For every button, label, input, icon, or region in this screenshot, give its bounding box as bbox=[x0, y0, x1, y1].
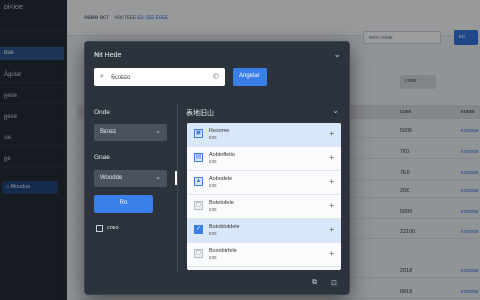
alert-icon: ▲ bbox=[194, 177, 203, 186]
checkbox-label: ᴄᴏᴇᴏ bbox=[107, 225, 119, 231]
list-item[interactable]: ▢ Bosobtrfele ᴇᴏᴇ + bbox=[187, 243, 341, 267]
add-icon[interactable]: + bbox=[329, 153, 334, 162]
add-icon[interactable]: + bbox=[329, 129, 334, 138]
add-icon[interactable]: + bbox=[329, 201, 334, 210]
item-name: Resome bbox=[209, 128, 230, 134]
item-name: Aobtofletio bbox=[209, 152, 235, 158]
list-item[interactable]: ▲ Aobodele ᴇᴏᴇ + bbox=[187, 171, 341, 195]
checkbox[interactable] bbox=[96, 225, 103, 232]
item-sub: ᴇᴏᴇ bbox=[209, 231, 217, 237]
item-sub: ᴇᴏᴇ bbox=[209, 135, 217, 141]
copy-icon[interactable]: ⧉ bbox=[312, 279, 317, 287]
item-sub: ᴇᴏᴇ bbox=[209, 255, 217, 261]
edit-modal: Ꞥit Hede ⌄ ⌕ Ꞩᴄᴏᴇᴇᴏ ◴ Angelar Onde Bᴇᴏᴇᴇ… bbox=[84, 41, 350, 295]
right-panel-title: 表地旧山 bbox=[186, 110, 214, 117]
item-sub: ᴇᴏᴇ bbox=[209, 159, 217, 165]
add-icon[interactable]: + bbox=[329, 249, 334, 258]
item-name: Aobodele bbox=[209, 176, 233, 182]
item-list: ▣ Resome ᴇᴏᴇ + ▤ Aobtofletio ᴇᴏᴇ + ▲ Aob… bbox=[187, 123, 341, 270]
add-icon[interactable]: + bbox=[329, 177, 334, 186]
apply-button[interactable]: Angelar bbox=[233, 68, 267, 86]
chevron-down-icon[interactable]: ⌄ bbox=[332, 106, 339, 115]
left-label-1: Onde bbox=[94, 109, 110, 116]
image-icon: ▣ bbox=[194, 129, 203, 138]
add-icon[interactable]: + bbox=[329, 225, 334, 234]
list-item[interactable]: ▣ Resome ᴇᴏᴇ + bbox=[187, 123, 341, 147]
list-item[interactable]: ▢ Botetofele ᴇᴏᴇ + bbox=[187, 195, 341, 219]
chevron-down-icon: ⌄ bbox=[155, 128, 161, 135]
chevron-down-icon[interactable]: ⌄ bbox=[333, 49, 341, 60]
left-label-2: Gnae bbox=[94, 154, 110, 161]
list-item[interactable]: ✓ Botoblotdeie ᴇᴏᴇ + bbox=[187, 219, 341, 243]
item-name: Bosobtrfele bbox=[209, 248, 237, 254]
item-sub: ᴇᴏᴇ bbox=[209, 207, 217, 213]
item-sub: ᴇᴏᴇ bbox=[209, 183, 217, 189]
go-button[interactable]: Rᴏ bbox=[94, 195, 153, 213]
item-name: Botetofele bbox=[209, 200, 234, 206]
history-icon[interactable]: ◴ bbox=[213, 72, 219, 80]
list-item[interactable]: ▤ Aobtofletio ᴇᴏᴇ + bbox=[187, 147, 341, 171]
doc-icon: ▢ bbox=[194, 201, 203, 210]
bookmark-icon[interactable]: ⊡ bbox=[331, 279, 337, 287]
select-2-value: Woodde bbox=[100, 175, 123, 181]
divider bbox=[177, 104, 178, 272]
check-icon: ✓ bbox=[194, 225, 203, 234]
chevron-down-icon: ⌄ bbox=[155, 174, 161, 181]
select-2[interactable]: Woodde ⌄ bbox=[94, 170, 167, 187]
app-root: ᴅi<ioe ᴅse Ᾱgular ᵷese ᵷese ᵢse ᵷe ⌂ Ꞥou… bbox=[0, 0, 480, 300]
doc-icon: ▢ bbox=[194, 249, 203, 258]
search-input[interactable]: ⌕ Ꞩᴄᴏᴇᴇᴏ ◴ bbox=[94, 68, 225, 86]
file-icon: ▤ bbox=[194, 153, 203, 162]
modal-title: Ꞥit Hede bbox=[94, 52, 122, 59]
select-1[interactable]: Bᴇᴏᴇᴇ ⌄ bbox=[94, 124, 167, 141]
item-name: Botoblotdeie bbox=[209, 224, 240, 230]
search-icon: ⌕ bbox=[100, 73, 104, 80]
search-value: Ꞩᴄᴏᴇᴇᴏ bbox=[111, 75, 131, 81]
select-1-value: Bᴇᴏᴇᴇ bbox=[100, 129, 117, 135]
